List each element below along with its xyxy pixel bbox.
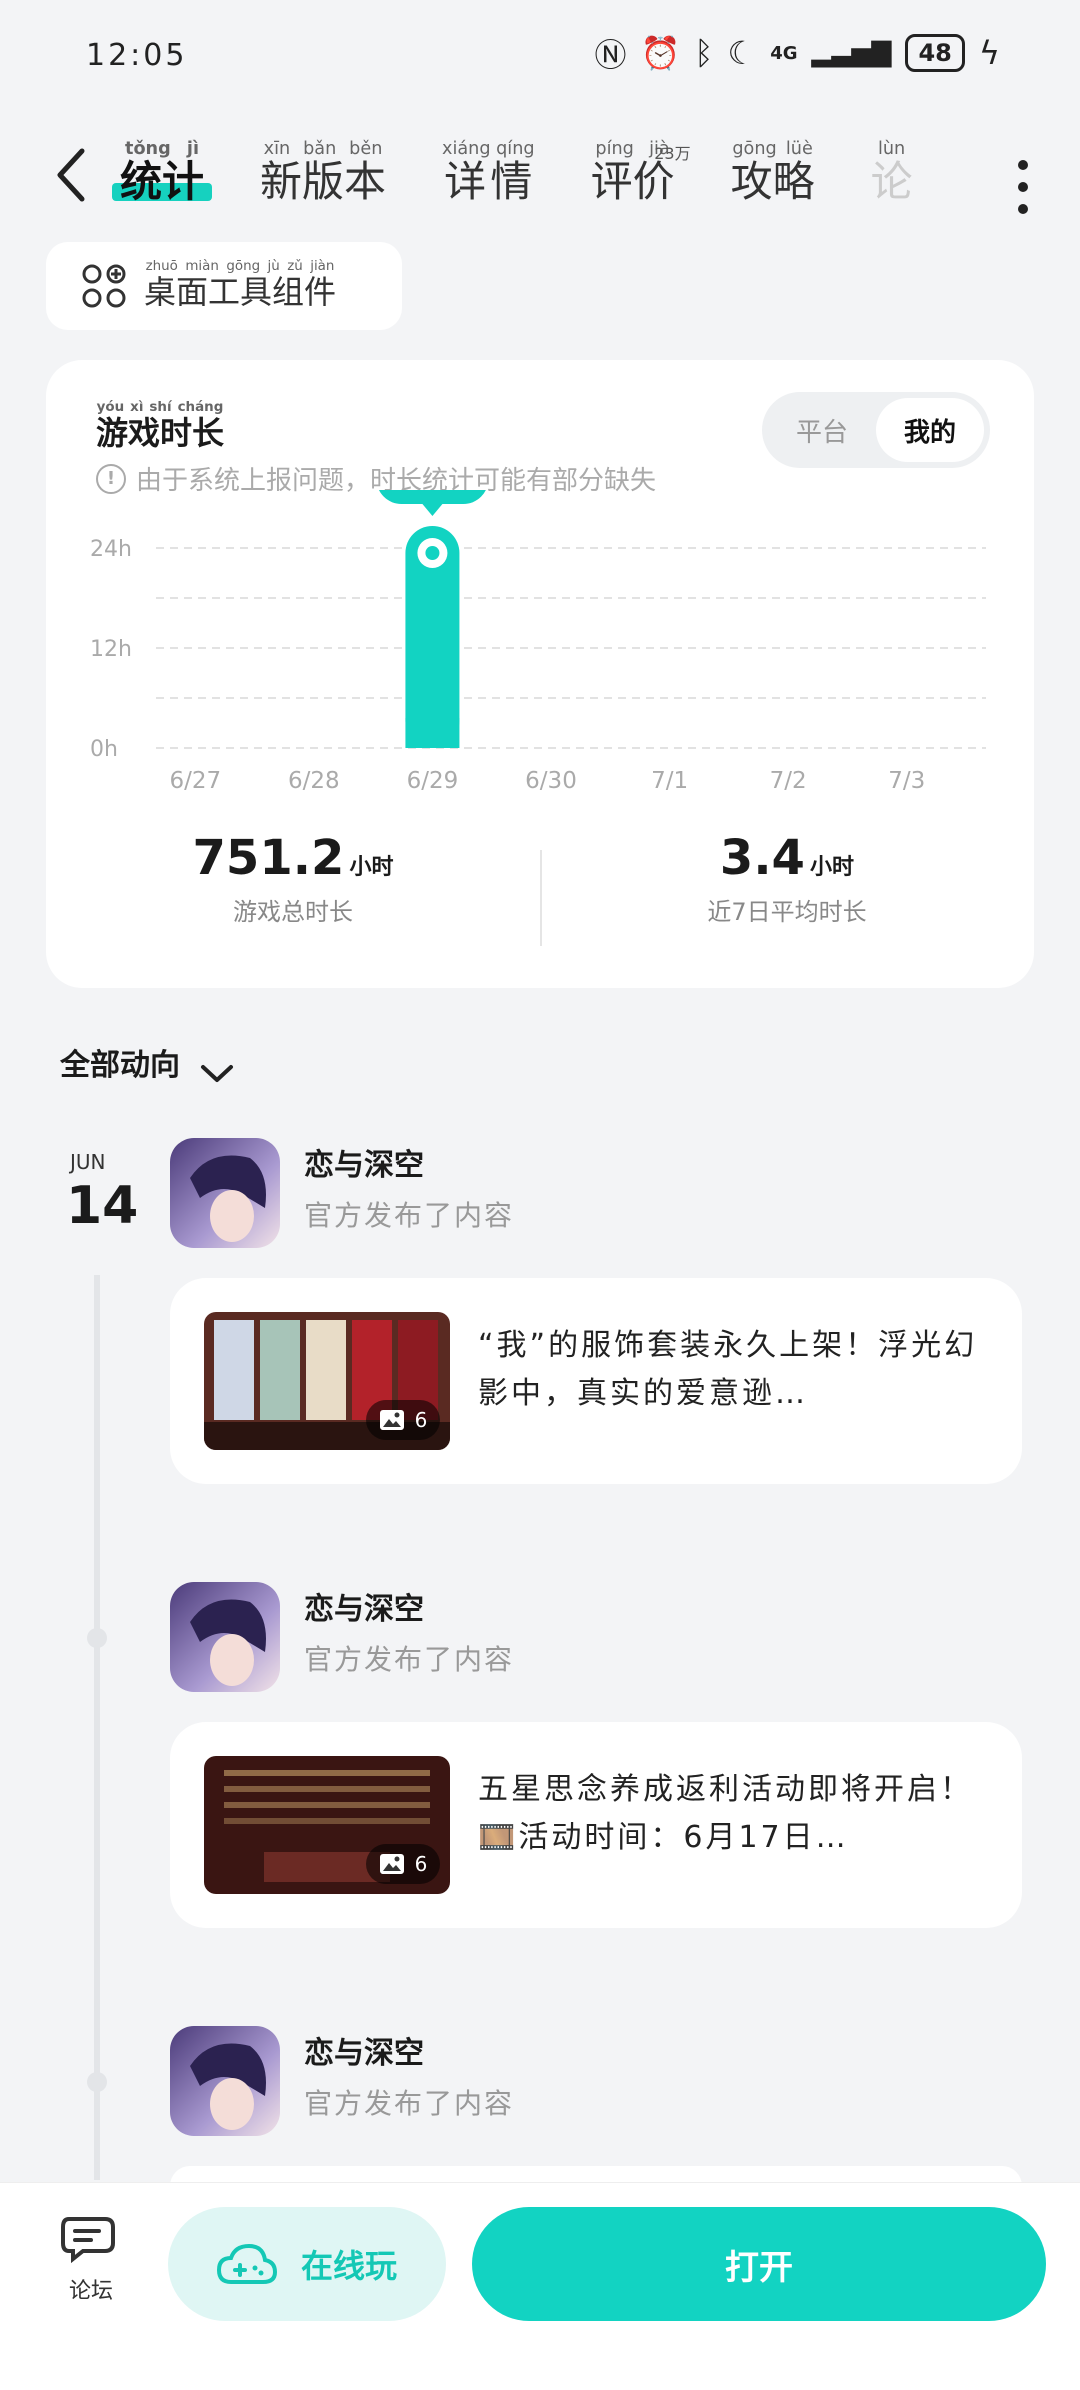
battery-level: 48 bbox=[905, 34, 965, 72]
game-avatar[interactable] bbox=[170, 1582, 280, 1692]
bottom-action-bar: 论坛 在线玩 打开 bbox=[0, 2182, 1080, 2390]
widgets-icon bbox=[82, 264, 126, 308]
avg-time-label: 近7日平均时长 bbox=[707, 898, 867, 926]
open-label: 打开 bbox=[725, 2247, 793, 2288]
date-month: JUN bbox=[70, 1150, 106, 1174]
nfc-icon: Ⓝ bbox=[594, 36, 627, 74]
total-time-value: 751.2 bbox=[192, 830, 345, 886]
more-menu-icon[interactable] bbox=[1018, 160, 1030, 226]
post-header[interactable]: 恋与深空 官方发布了内容 bbox=[170, 1138, 514, 1248]
play-online-button[interactable]: 在线玩 bbox=[168, 2207, 446, 2321]
tab-guides[interactable]: 攻略gōng lüè bbox=[731, 139, 815, 209]
image-icon bbox=[379, 1410, 404, 1430]
timeline-line bbox=[94, 1275, 100, 2180]
post-card[interactable]: 6 “我”的服饰套装永久上架！浮光幻影中，真实的爱意逊… bbox=[170, 1278, 1022, 1484]
image-count-badge: 6 bbox=[366, 1844, 440, 1884]
tab-new-version[interactable]: 新版本xīn bǎn běn bbox=[260, 139, 386, 209]
y-tick-label: 12h bbox=[90, 637, 132, 662]
timeline-dot bbox=[87, 2072, 107, 2092]
post-text: “我”的服饰套装永久上架！浮光幻影中，真实的爱意逊… bbox=[478, 1328, 978, 1411]
bar-marker-inner bbox=[425, 546, 440, 560]
x-tick-label: 7/2 bbox=[770, 768, 807, 790]
image-icon bbox=[379, 1854, 404, 1874]
toggle-mine[interactable]: 我的 bbox=[876, 398, 984, 462]
tab-statistics[interactable]: 统计tǒng jì bbox=[112, 139, 213, 209]
y-tick-label: 24h bbox=[90, 537, 132, 562]
total-time-summary: 751.2 小时 游戏总时长 bbox=[46, 830, 540, 927]
reviews-count-badge: 23万 bbox=[654, 144, 691, 163]
toggle-platform[interactable]: 平台 bbox=[768, 398, 876, 462]
post-header[interactable]: 恋与深空 官方发布了内容 bbox=[170, 2026, 514, 2136]
x-tick-label: 6/28 bbox=[288, 768, 340, 790]
y-tick-label: 0h bbox=[90, 737, 118, 762]
chevron-down-icon bbox=[201, 1065, 233, 1082]
image-count-badge: 6 bbox=[366, 1400, 440, 1440]
game-avatar[interactable] bbox=[170, 2026, 280, 2136]
signal-icon: ▂▃▅▇ bbox=[811, 38, 892, 68]
stats-title: 游戏时长yóu xì shí cháng bbox=[96, 400, 225, 452]
status-icons: Ⓝ ⏰ ᛒ ☾ 4G ▂▃▅▇ 48 ϟ bbox=[594, 30, 1000, 76]
cloud-gamepad-icon bbox=[216, 2243, 277, 2284]
post-author: 恋与深空 bbox=[304, 2036, 424, 2071]
play-time-chart: 24h 12h 0h 6/27 6/28 6/29 24小时 6/30 7/1 7/2 7/3 bbox=[90, 490, 986, 790]
x-tick-label: 7/1 bbox=[651, 768, 688, 790]
total-time-unit: 小时 bbox=[349, 855, 394, 880]
total-time-label: 游戏总时长 bbox=[233, 898, 353, 926]
date-day: 14 bbox=[66, 1176, 139, 1236]
back-arrow-icon[interactable] bbox=[52, 145, 92, 205]
bluetooth-icon: ᛒ bbox=[694, 34, 714, 72]
post-action: 官方发布了内容 bbox=[304, 1643, 515, 1676]
widget-label: 桌面工具组件zhuō miàn gōng jù zǔ jiàn bbox=[144, 259, 337, 311]
x-tick-label: 6/30 bbox=[525, 768, 577, 790]
bar-tooltip-label: 24小时 bbox=[399, 490, 467, 492]
post-thumbnail[interactable]: 6 bbox=[204, 1756, 450, 1894]
tab-reviews[interactable]: 评价píng jià 23万 bbox=[591, 139, 691, 209]
post-thumbnail[interactable]: 6 bbox=[204, 1312, 450, 1450]
status-time: 12:05 bbox=[86, 38, 188, 73]
open-game-button[interactable]: 打开 bbox=[472, 2207, 1046, 2321]
play-time-card: 游戏时长yóu xì shí cháng ! 由于系统上报问题，时长统计可能有部… bbox=[46, 360, 1034, 988]
bar-tooltip-pointer bbox=[422, 504, 443, 516]
alarm-icon: ⏰ bbox=[640, 34, 681, 72]
post-author: 恋与深空 bbox=[304, 1148, 424, 1183]
post-action: 官方发布了内容 bbox=[304, 2087, 515, 2120]
filter-label: 全部动向 bbox=[60, 1048, 180, 1083]
post-author: 恋与深空 bbox=[304, 1592, 424, 1627]
desktop-widget-button[interactable]: 桌面工具组件zhuō miàn gōng jù zǔ jiàn bbox=[46, 242, 402, 330]
moon-icon: ☾ bbox=[727, 34, 757, 72]
bar-base bbox=[405, 718, 460, 748]
charging-icon: ϟ bbox=[978, 34, 1000, 72]
tab-forum-partial[interactable]: 论lùn bbox=[871, 139, 913, 209]
forum-label: 论坛 bbox=[68, 2279, 113, 2304]
avg-time-summary: 3.4 小时 近7日平均时长 bbox=[540, 830, 1034, 927]
info-icon: ! bbox=[96, 463, 126, 494]
network-type: 4G bbox=[770, 42, 798, 64]
forum-icon bbox=[61, 2217, 115, 2264]
game-avatar[interactable] bbox=[170, 1138, 280, 1248]
tab-details[interactable]: 详情xiáng qíng bbox=[442, 139, 535, 209]
avg-time-unit: 小时 bbox=[810, 855, 855, 880]
post-card[interactable]: 6 五星思念养成返利活动即将开启！🎞️活动时间：6月17日… bbox=[170, 1722, 1022, 1928]
x-tick-label: 6/27 bbox=[169, 768, 221, 790]
post-header[interactable]: 恋与深空 官方发布了内容 bbox=[170, 1582, 514, 1692]
x-tick-label: 7/3 bbox=[888, 768, 925, 790]
x-tick-label: 6/29 bbox=[407, 768, 459, 790]
play-online-label: 在线玩 bbox=[300, 2247, 397, 2285]
activity-filter-dropdown[interactable]: 全部动向 bbox=[60, 1040, 234, 1084]
post-text: 五星思念养成返利活动即将开启！🎞️活动时间：6月17日… bbox=[478, 1772, 973, 1855]
tab-bar: 统计tǒng jì 新版本xīn bǎn běn 详情xiáng qíng 评价… bbox=[112, 139, 913, 209]
post-action: 官方发布了内容 bbox=[304, 1199, 515, 1232]
avg-time-value: 3.4 bbox=[719, 830, 805, 886]
timeline-dot bbox=[87, 1628, 107, 1648]
forum-button[interactable]: 论坛 bbox=[56, 2213, 126, 2305]
bar-tooltip-bubble bbox=[378, 490, 486, 504]
platform-mine-toggle[interactable]: 平台 我的 bbox=[762, 392, 990, 468]
